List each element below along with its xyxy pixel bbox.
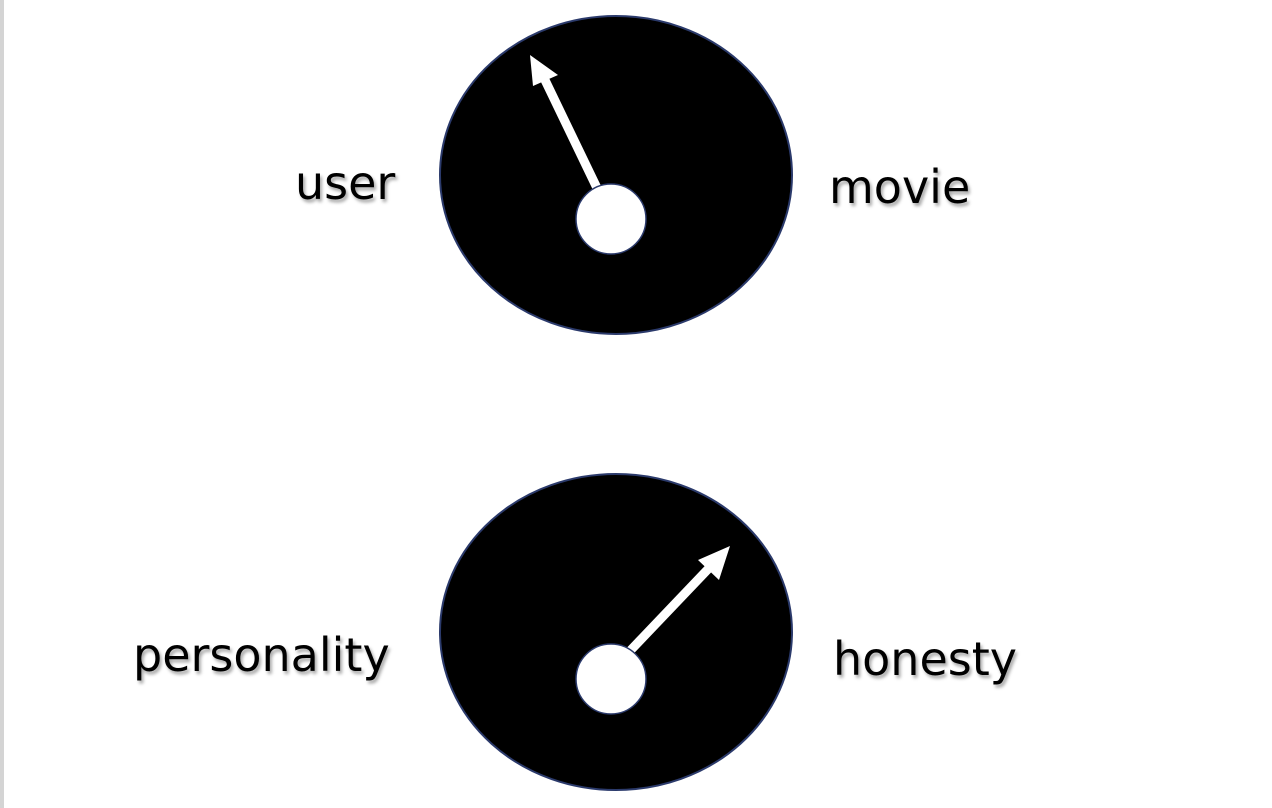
bottom-dial-left-label: personality [133,628,390,682]
bottom-dial [439,473,793,791]
diagram-canvas: user movie personality honesty [0,0,1272,808]
dials-graphic [439,15,793,791]
top-dial [439,15,793,335]
top-dial-face [439,15,793,335]
top-dial-right-label: movie [829,160,971,214]
bottom-dial-hub [575,643,647,715]
bottom-dial-right-label: honesty [833,632,1017,686]
bottom-dial-face [439,473,793,791]
top-dial-left-label: user [295,156,396,210]
top-dial-hub [575,183,647,255]
